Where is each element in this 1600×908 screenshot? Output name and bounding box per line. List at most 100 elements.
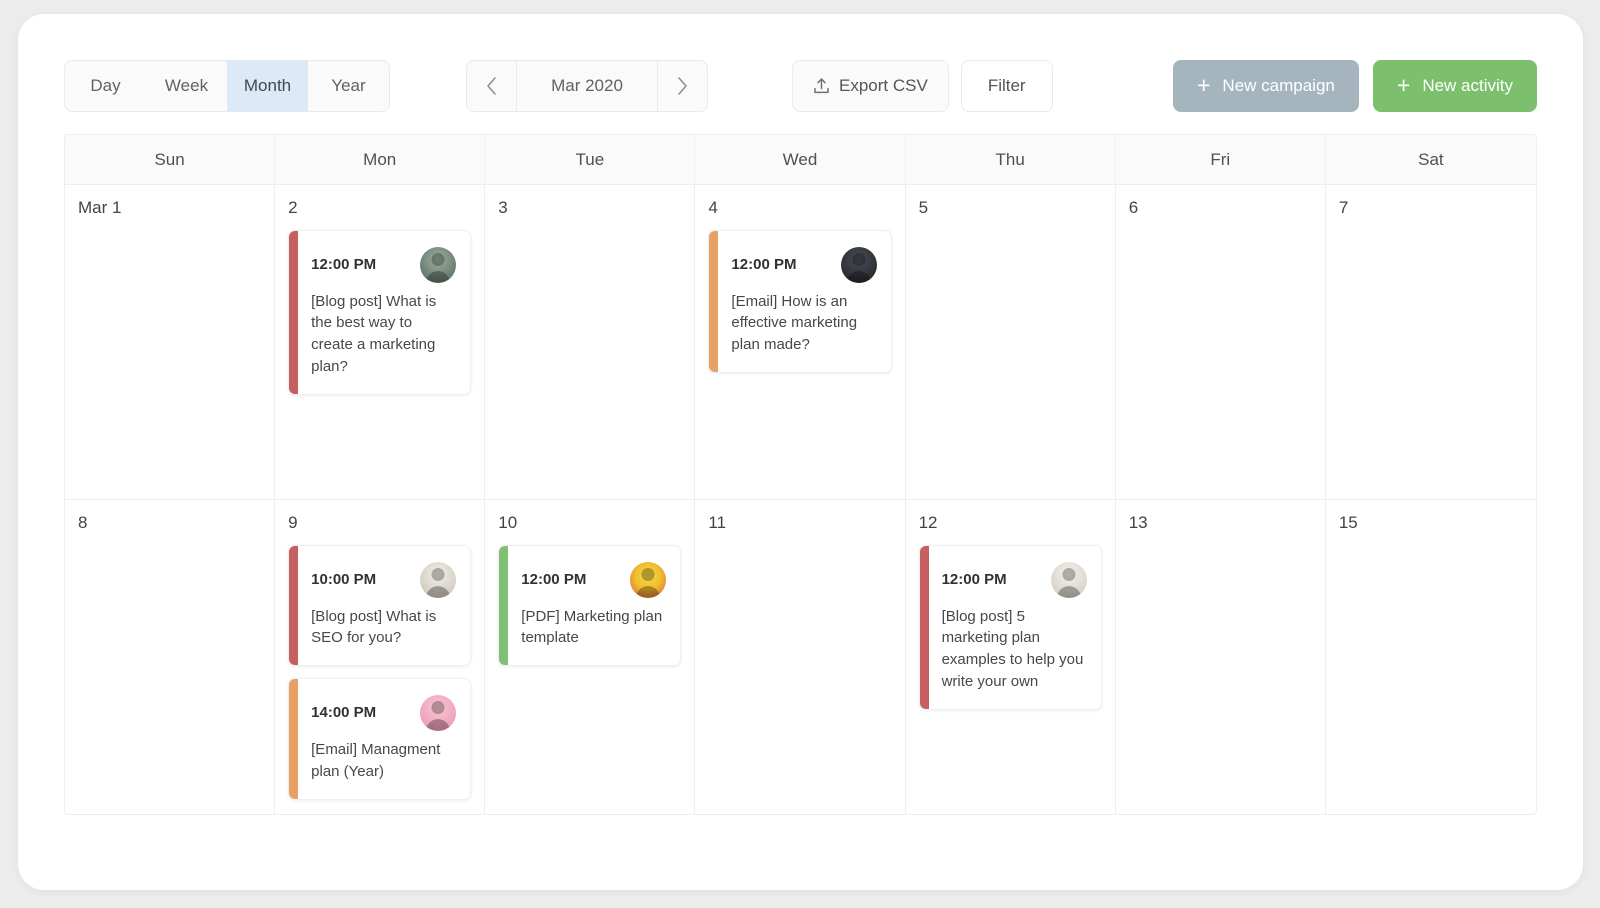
event-list: 12:00 PM [PDF] Marketing plan template (498, 544, 682, 667)
event-accent-bar (499, 545, 509, 666)
day-cell[interactable]: 11 (695, 500, 906, 814)
day-number: 9 (288, 513, 298, 532)
day-number: Mar 1 (78, 198, 122, 217)
new-campaign-button[interactable]: + New campaign (1172, 60, 1359, 112)
avatar (420, 561, 457, 598)
day-number: 6 (1128, 198, 1139, 217)
day-number: 8 (78, 513, 88, 532)
day-cell[interactable]: 7 (1326, 185, 1536, 499)
export-csv-label: Export CSV (839, 76, 928, 95)
event-title: [Blog post] What is SEO for you? (311, 607, 437, 647)
event-card[interactable]: 12:00 PM [PDF] Marketing plan template (498, 544, 682, 667)
weekday-header-sat: Sat (1418, 149, 1444, 169)
calendar-grid: Sun Mon Tue Wed Thu Fri Sat Mar 1 2 12:00 PM [Blo… (64, 134, 1537, 815)
event-time: 10:00 PM (311, 570, 377, 588)
day-cell[interactable]: 3 (485, 185, 696, 499)
filter-button[interactable]: Filter (960, 60, 1053, 112)
event-list: 10:00 PM [Blog post] What is SEO for you?… (288, 544, 472, 800)
event-header: 10:00 PM (311, 561, 457, 598)
day-cell[interactable]: 13 (1116, 500, 1326, 814)
event-accent-bar (919, 545, 929, 709)
event-list: 12:00 PM [Blog post] 5 marketing plan exa… (918, 544, 1102, 710)
day-number: 12 (918, 513, 938, 532)
event-card[interactable]: 12:00 PM [Email] How is an effective mark… (708, 229, 892, 373)
chevron-left-icon (487, 77, 496, 95)
event-list: 12:00 PM [Blog post] What is the best way… (288, 229, 472, 395)
range-option-day[interactable]: Day (65, 61, 146, 111)
export-csv-button[interactable]: Export CSV (792, 60, 949, 112)
event-title: [Email] Managment plan (Year) (311, 741, 441, 780)
plus-icon: + (1196, 71, 1211, 98)
avatar (420, 695, 457, 732)
day-number: 4 (708, 198, 718, 217)
event-title: [Email] How is an effective marketing pl… (731, 292, 858, 354)
day-cell[interactable]: 5 (906, 185, 1116, 499)
day-number: 13 (1128, 513, 1148, 532)
avatar (840, 246, 877, 283)
day-number: 10 (498, 513, 518, 532)
previous-month-button[interactable] (467, 61, 517, 111)
calendar-week-row: Mar 1 2 12:00 PM [Blog post] What is the be… (65, 185, 1536, 500)
day-cell[interactable]: 6 (1116, 185, 1326, 499)
avatar (630, 561, 667, 598)
weekday-header-row: Sun Mon Tue Wed Thu Fri Sat (65, 135, 1536, 185)
event-accent-bar (289, 230, 299, 394)
avatar (1050, 561, 1087, 598)
day-cell[interactable]: Mar 1 (65, 185, 276, 499)
weekday-header-sun: Sun (65, 135, 276, 184)
next-month-button[interactable] (657, 61, 707, 111)
event-list: 12:00 PM [Email] How is an effective mark… (708, 229, 892, 373)
day-cell[interactable]: 8 (65, 500, 276, 814)
filter-label: Filter (987, 76, 1026, 95)
weekday-header-mon: Mon (275, 135, 486, 184)
upload-icon (814, 78, 829, 94)
event-card[interactable]: 14:00 PM [Email] Managment plan (Year) (288, 678, 472, 800)
new-activity-button[interactable]: + New activity (1372, 60, 1537, 112)
new-campaign-label: New campaign (1222, 76, 1335, 95)
event-time: 12:00 PM (731, 255, 797, 273)
current-month-label: Mar 2020 (551, 76, 623, 95)
day-number: 3 (498, 198, 508, 217)
event-accent-bar (709, 230, 719, 372)
event-accent-bar (289, 679, 299, 799)
day-cell[interactable]: 10 12:00 PM [PDF] Marketing plan template (485, 500, 696, 814)
event-header: 12:00 PM (941, 561, 1087, 598)
day-number: 2 (288, 198, 298, 217)
event-accent-bar (289, 545, 299, 666)
new-activity-label: New activity (1422, 76, 1513, 95)
avatar (420, 246, 457, 283)
event-header: 12:00 PM (731, 246, 877, 283)
event-time: 12:00 PM (521, 570, 587, 588)
day-cell[interactable]: 12 12:00 PM [Blog post] 5 marketing plan e… (906, 500, 1116, 814)
range-option-month[interactable]: Month (227, 61, 308, 111)
day-cell[interactable]: 15 (1326, 500, 1536, 814)
day-cell[interactable]: 9 10:00 PM [Blog post] What is SEO for you… (275, 500, 486, 814)
calendar-weeks: Mar 1 2 12:00 PM [Blog post] What is the be… (65, 185, 1536, 814)
event-card[interactable]: 10:00 PM [Blog post] What is SEO for you? (288, 544, 472, 667)
event-title: [Blog post] What is the best way to crea… (311, 292, 437, 375)
event-card[interactable]: 12:00 PM [Blog post] What is the best way… (288, 229, 472, 395)
range-option-week[interactable]: Week (146, 61, 227, 111)
chevron-right-icon (678, 77, 687, 95)
range-option-year[interactable]: Year (308, 61, 389, 111)
day-cell[interactable]: 2 12:00 PM [Blog post] What is the best wa… (275, 185, 486, 499)
event-card[interactable]: 12:00 PM [Blog post] 5 marketing plan exa… (918, 544, 1102, 710)
weekday-header-thu: Thu (906, 135, 1116, 184)
day-number: 5 (918, 198, 929, 217)
toolbar: DayWeekMonthYear Mar 2020 Export CSV (64, 60, 1537, 112)
calendar-week-row: 8 9 10:00 PM [Blog post] What is SEO for yo… (65, 500, 1536, 814)
month-navigator: Mar 2020 (466, 60, 708, 112)
event-time: 12:00 PM (941, 570, 1007, 588)
event-header: 12:00 PM (521, 561, 667, 598)
day-number: 11 (708, 513, 727, 532)
day-cell[interactable]: 4 12:00 PM [Email] How is an effective mar… (695, 185, 906, 499)
weekday-header-wed: Wed (695, 135, 906, 184)
range-switch[interactable]: Day Week Month Year (64, 60, 390, 112)
day-number: 15 (1338, 513, 1358, 532)
event-header: 14:00 PM (311, 695, 457, 732)
weekday-header-tue: Tue (485, 135, 696, 184)
app-card: DayWeekMonthYear Mar 2020 Export CSV (18, 14, 1583, 890)
event-header: 12:00 PM (311, 246, 457, 283)
event-time: 12:00 PM (311, 255, 377, 273)
plus-icon: + (1396, 71, 1411, 98)
